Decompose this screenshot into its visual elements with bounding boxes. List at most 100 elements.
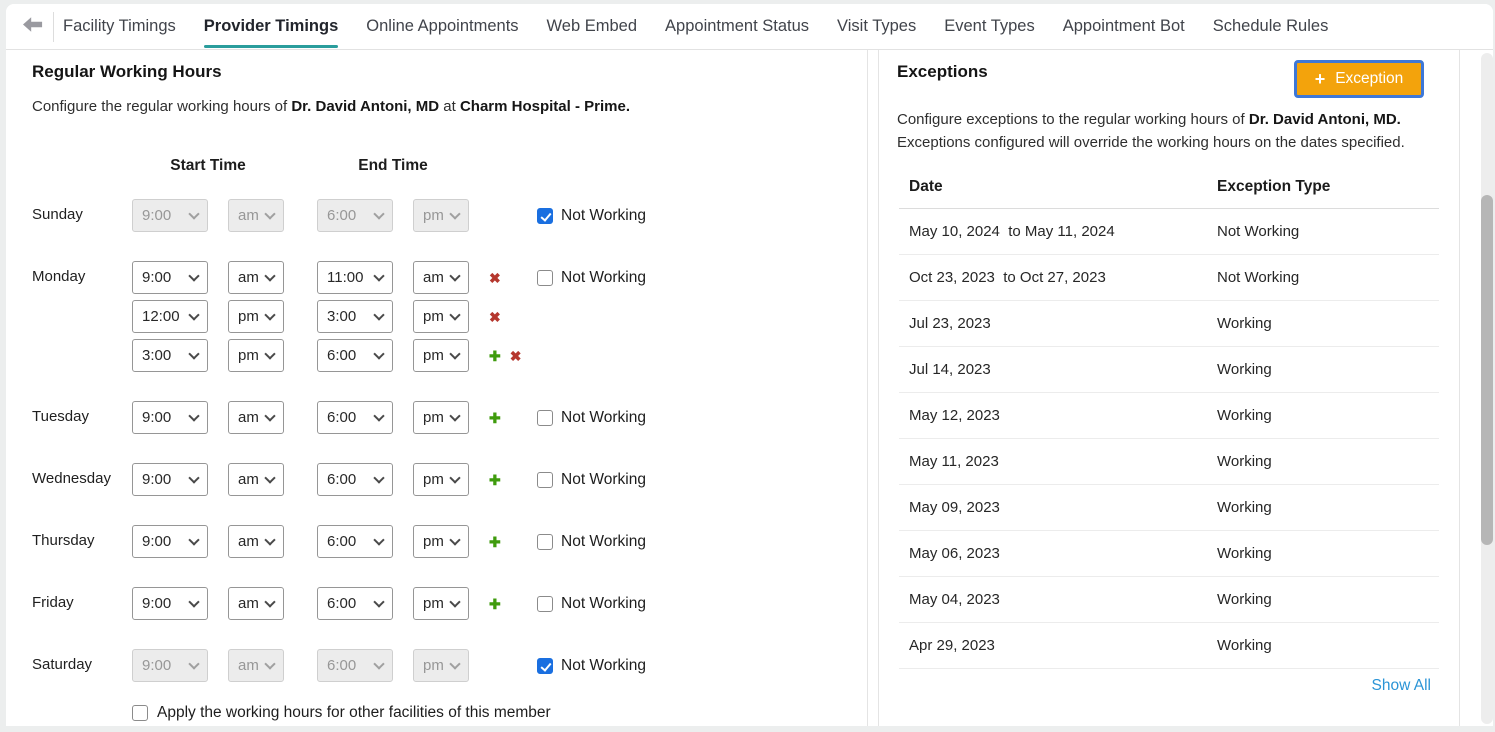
add-slot-icon[interactable]: ✚ [489, 349, 501, 363]
exception-type: Not Working [1217, 269, 1439, 286]
add-slot-icon[interactable]: ✚ [489, 597, 501, 611]
tab-web-embed[interactable]: Web Embed [547, 4, 638, 49]
not-working-checkbox[interactable] [537, 534, 553, 550]
plus-icon: + [1315, 70, 1326, 88]
exceptions-description: Configure exceptions to the regular work… [897, 108, 1413, 154]
start-time-select[interactable]: 9:00 [132, 587, 208, 620]
exception-type: Working [1217, 361, 1439, 378]
end-time-select[interactable]: 6:00 [317, 587, 393, 620]
start-time-header: Start Time [132, 157, 284, 175]
chevron-down-icon [373, 309, 384, 320]
tab-appointment-status[interactable]: Appointment Status [665, 4, 809, 49]
add-slot-icon[interactable]: ✚ [489, 535, 501, 549]
day-row: Thursday9:00am6:00pm✚Not Working [32, 525, 867, 558]
tab-bar: Facility Timings Provider Timings Online A… [63, 4, 1328, 49]
end-meridiem-select[interactable]: pm [413, 525, 469, 558]
start-meridiem-select[interactable]: am [228, 463, 284, 496]
remove-slot-icon[interactable]: ✖ [489, 310, 501, 324]
end-meridiem-select[interactable]: pm [413, 463, 469, 496]
end-time-select[interactable]: 6:00 [317, 401, 393, 434]
day-label: Saturday [32, 649, 132, 682]
chevron-down-icon [188, 534, 199, 545]
end-time-select[interactable]: 6:00 [317, 463, 393, 496]
chevron-down-icon [449, 270, 460, 281]
start-time-select[interactable]: 9:00 [132, 525, 208, 558]
add-exception-button[interactable]: + Exception [1294, 60, 1424, 98]
day-label: Tuesday [32, 401, 132, 434]
tab-event-types[interactable]: Event Types [944, 4, 1035, 49]
not-working-toggle: Not Working [537, 207, 646, 225]
start-time-select[interactable]: 3:00 [132, 339, 208, 372]
start-meridiem-select[interactable]: am [228, 587, 284, 620]
start-meridiem-select[interactable]: am [228, 525, 284, 558]
not-working-label: Not Working [561, 595, 646, 613]
start-time-select[interactable]: 9:00 [132, 401, 208, 434]
not-working-checkbox[interactable] [537, 596, 553, 612]
app-window: Facility Timings Provider Timings Online A… [6, 4, 1493, 726]
chevron-down-icon [264, 208, 275, 219]
not-working-checkbox[interactable] [537, 270, 553, 286]
end-meridiem-select[interactable]: pm [413, 339, 469, 372]
chevron-down-icon [449, 208, 460, 219]
end-time-select[interactable]: 6:00 [317, 525, 393, 558]
exception-type: Working [1217, 407, 1439, 424]
exception-row: Oct 23, 2023 to Oct 27, 2023Not Working [899, 255, 1439, 301]
day-row: Saturday9:00am6:00pmNot Working [32, 649, 867, 682]
start-meridiem-select[interactable]: pm [228, 300, 284, 333]
vertical-scrollbar-track[interactable] [1481, 53, 1493, 724]
not-working-checkbox[interactable] [537, 658, 553, 674]
start-time-select[interactable]: 9:00 [132, 463, 208, 496]
exception-type: Working [1217, 637, 1439, 654]
apply-other-facilities-label: Apply the working hours for other facili… [157, 704, 551, 722]
not-working-toggle: Not Working [537, 595, 646, 613]
start-time-select[interactable]: 9:00 [132, 261, 208, 294]
slot-actions: ✚ [489, 597, 501, 611]
tab-visit-types[interactable]: Visit Types [837, 4, 916, 49]
end-time-select[interactable]: 6:00 [317, 339, 393, 372]
end-time-select[interactable]: 3:00 [317, 300, 393, 333]
not-working-toggle: Not Working [537, 409, 646, 427]
time-slot-row: 9:00am6:00pm [132, 199, 489, 232]
time-column-headers: Start Time End Time [32, 157, 867, 175]
end-meridiem-select[interactable]: am [413, 261, 469, 294]
add-exception-label: Exception [1335, 70, 1403, 88]
chevron-down-icon [264, 348, 275, 359]
not-working-toggle: Not Working [537, 533, 646, 551]
apply-other-facilities-checkbox[interactable] [132, 705, 148, 721]
exception-type: Working [1217, 315, 1439, 332]
tab-schedule-rules[interactable]: Schedule Rules [1213, 4, 1329, 49]
exception-type: Working [1217, 591, 1439, 608]
start-meridiem-select[interactable]: am [228, 261, 284, 294]
not-working-label: Not Working [561, 269, 646, 287]
add-slot-icon[interactable]: ✚ [489, 411, 501, 425]
tab-provider-timings[interactable]: Provider Timings [204, 4, 338, 49]
start-meridiem-select[interactable]: pm [228, 339, 284, 372]
start-time-select[interactable]: 12:00 [132, 300, 208, 333]
start-meridiem-select[interactable]: am [228, 401, 284, 434]
day-row: Monday9:00am11:00am✖12:00pm3:00pm✖3:00pm… [32, 261, 867, 372]
add-slot-icon[interactable]: ✚ [489, 473, 501, 487]
remove-slot-icon[interactable]: ✖ [510, 349, 522, 363]
slot-actions: ✖ [489, 310, 501, 324]
not-working-checkbox[interactable] [537, 410, 553, 426]
vertical-scrollbar-thumb[interactable] [1481, 195, 1493, 545]
chevron-down-icon [264, 309, 275, 320]
not-working-checkbox[interactable] [537, 472, 553, 488]
end-meridiem-select[interactable]: pm [413, 401, 469, 434]
tab-appointment-bot[interactable]: Appointment Bot [1063, 4, 1185, 49]
end-time-select[interactable]: 11:00 [317, 261, 393, 294]
tab-facility-timings[interactable]: Facility Timings [63, 4, 176, 49]
remove-slot-icon[interactable]: ✖ [489, 271, 501, 285]
show-all-link[interactable]: Show All [1372, 677, 1431, 695]
not-working-label: Not Working [561, 533, 646, 551]
chevron-down-icon [264, 534, 275, 545]
end-meridiem-select[interactable]: pm [413, 587, 469, 620]
tab-online-appointments[interactable]: Online Appointments [366, 4, 518, 49]
exception-date: May 11, 2023 [909, 453, 1217, 470]
end-time-select: 6:00 [317, 649, 393, 682]
back-button[interactable] [20, 14, 46, 40]
end-meridiem-select[interactable]: pm [413, 300, 469, 333]
not-working-checkbox[interactable] [537, 208, 553, 224]
time-slot-row: 9:00 am 6:00 pm ✚ [132, 401, 501, 434]
exception-date: May 09, 2023 [909, 499, 1217, 516]
